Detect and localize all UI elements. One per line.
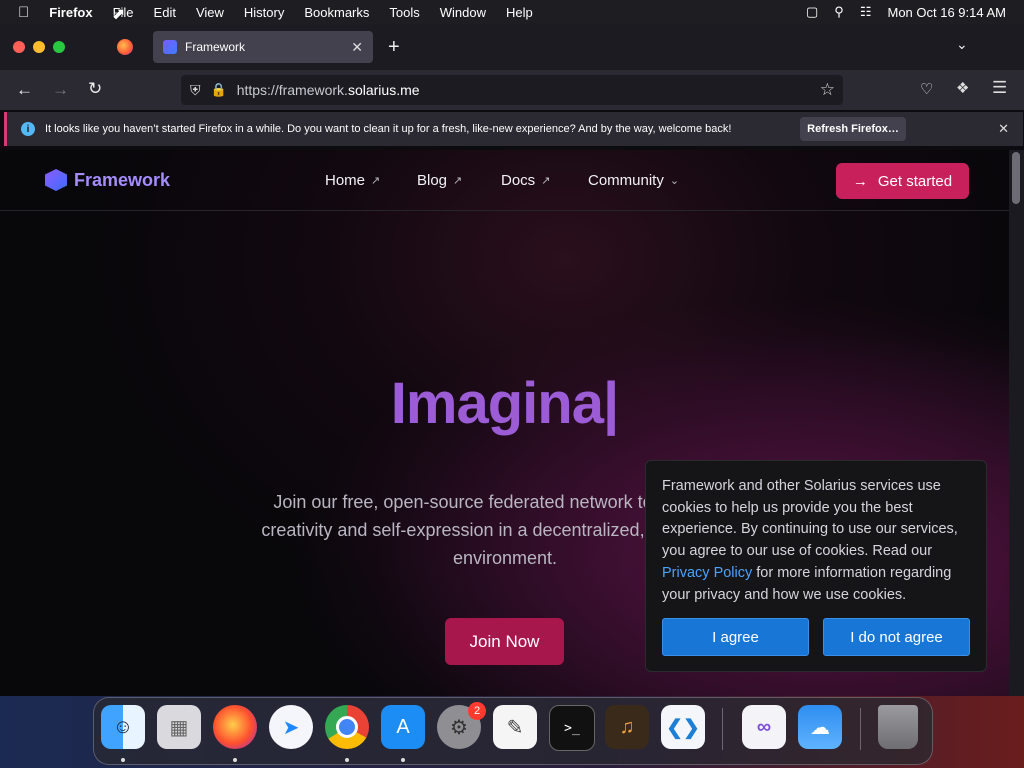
join-now-button[interactable]: Join Now [445, 618, 564, 665]
zoom-window-button[interactable] [53, 41, 65, 53]
finder-icon[interactable]: ☺ [101, 705, 145, 749]
cookie-message: Framework and other Solarius services us… [662, 476, 972, 606]
visual-studio-icon[interactable]: ∞ [742, 705, 786, 749]
page-scrollbar[interactable] [1009, 150, 1024, 696]
close-window-button[interactable] [13, 41, 25, 53]
trash-icon[interactable] [878, 705, 918, 749]
external-link-icon: ↗ [371, 175, 381, 187]
tab-framework[interactable]: Framework ✕ [153, 31, 373, 63]
menu-edit[interactable]: Edit [154, 5, 176, 20]
cookie-text-before: Framework and other Solarius services us… [662, 478, 958, 560]
dock-separator [860, 708, 861, 750]
url-prefix: https://framework. [236, 82, 348, 98]
textedit-icon[interactable]: ✎ [493, 705, 537, 749]
running-indicator [401, 758, 405, 762]
firefox-view-icon[interactable] [117, 39, 133, 55]
arrow-right-icon: → [852, 172, 868, 190]
running-indicator [121, 758, 125, 762]
pocket-icon[interactable]: ♡ [920, 80, 933, 98]
external-link-icon: ↗ [453, 175, 463, 187]
control-center-icon[interactable]: ☷ [860, 4, 872, 20]
menu-window[interactable]: Window [440, 5, 486, 20]
chrome-icon[interactable] [325, 705, 369, 749]
menu-app-name[interactable]: Firefox [49, 5, 92, 20]
scrollbar-thumb[interactable] [1012, 152, 1020, 204]
nav-blog[interactable]: Blog ↗ [417, 172, 462, 189]
tracking-protection-shield-icon[interactable]: ⛨ [190, 82, 201, 99]
bookmark-star-icon[interactable]: ☆ [820, 80, 835, 100]
refresh-firefox-button[interactable]: Refresh Firefox… [800, 117, 906, 141]
safari-icon[interactable]: ➤ [269, 705, 313, 749]
apple-icon[interactable]:  [18, 4, 29, 21]
minimize-window-button[interactable] [33, 41, 45, 53]
framework-favicon-icon [163, 40, 177, 54]
disagree-button[interactable]: I do not agree [823, 618, 970, 656]
menubar:  Firefox File Edit View History Bookmar… [0, 0, 1024, 24]
menu-tools[interactable]: Tools [389, 5, 419, 20]
hero-headline: Imagina| [390, 371, 619, 436]
site-security-lock-icon[interactable]: 🔒 [211, 82, 227, 98]
list-all-tabs-icon[interactable]: ⌄ [956, 36, 968, 53]
nav-community[interactable]: Community ⌄ [588, 172, 679, 189]
url-domain: solarius.me [347, 82, 420, 98]
nav-home[interactable]: Home ↗ [325, 172, 380, 189]
url-bar[interactable]: ⛨ 🔒 https://framework.solarius.me ☆ [181, 75, 843, 105]
nav-docs[interactable]: Docs ↗ [501, 172, 550, 189]
forward-icon[interactable]: → [52, 80, 69, 100]
reload-icon[interactable]: ↻ [88, 79, 102, 99]
notification-text: It looks like you haven’t started Firefo… [45, 123, 732, 135]
menu-help[interactable]: Help [506, 5, 533, 20]
running-indicator [233, 758, 237, 762]
menu-bookmarks[interactable]: Bookmarks [304, 5, 369, 20]
get-started-label: Get started [877, 172, 953, 190]
weather-icon[interactable]: ☁ [798, 705, 842, 749]
mouse-cursor: ⬈ [112, 6, 126, 23]
nav-home-label: Home [325, 172, 366, 189]
dock-separator [722, 708, 723, 750]
running-indicator [345, 758, 349, 762]
chrome-center-dot [336, 716, 358, 738]
extensions-puzzle-icon[interactable]: ❖ [956, 79, 969, 97]
menu-view[interactable]: View [196, 5, 224, 20]
tab-close-icon[interactable]: ✕ [351, 39, 363, 56]
menu-history[interactable]: History [244, 5, 284, 20]
tab-title: Framework [185, 40, 246, 54]
vscode-icon[interactable]: ❮❯ [661, 705, 705, 749]
back-icon[interactable]: ← [16, 80, 33, 100]
menubar-clock[interactable]: Mon Oct 16 9:14 AM [887, 5, 1006, 20]
nav-docs-label: Docs [501, 172, 536, 189]
site-logo-text[interactable]: Framework [74, 170, 170, 191]
notification-close-icon[interactable]: ✕ [998, 121, 1009, 137]
firefox-icon[interactable] [213, 705, 257, 749]
app-store-icon[interactable]: A [381, 705, 425, 749]
terminal-icon[interactable]: >_ [549, 705, 595, 751]
privacy-policy-link[interactable]: Privacy Policy [662, 565, 752, 581]
spotlight-search-icon[interactable]: ⚲ [834, 4, 844, 20]
nav-community-label: Community [588, 172, 664, 189]
new-tab-icon[interactable]: + [388, 36, 400, 59]
external-link-icon: ↗ [541, 175, 551, 187]
agree-button[interactable]: I agree [662, 618, 809, 656]
info-icon: i [21, 122, 35, 136]
app-menu-hamburger-icon[interactable]: ☰ [992, 78, 1007, 98]
nav-blog-label: Blog [417, 172, 448, 189]
launchpad-icon[interactable]: ▦ [157, 705, 201, 749]
chevron-down-icon: ⌄ [669, 175, 680, 187]
garageband-icon[interactable]: ♫ [605, 705, 649, 749]
screen-mirroring-icon[interactable]: ▢ [806, 4, 818, 20]
notification-badge: 2 [468, 702, 486, 720]
get-started-button[interactable]: → Get started [836, 163, 969, 199]
